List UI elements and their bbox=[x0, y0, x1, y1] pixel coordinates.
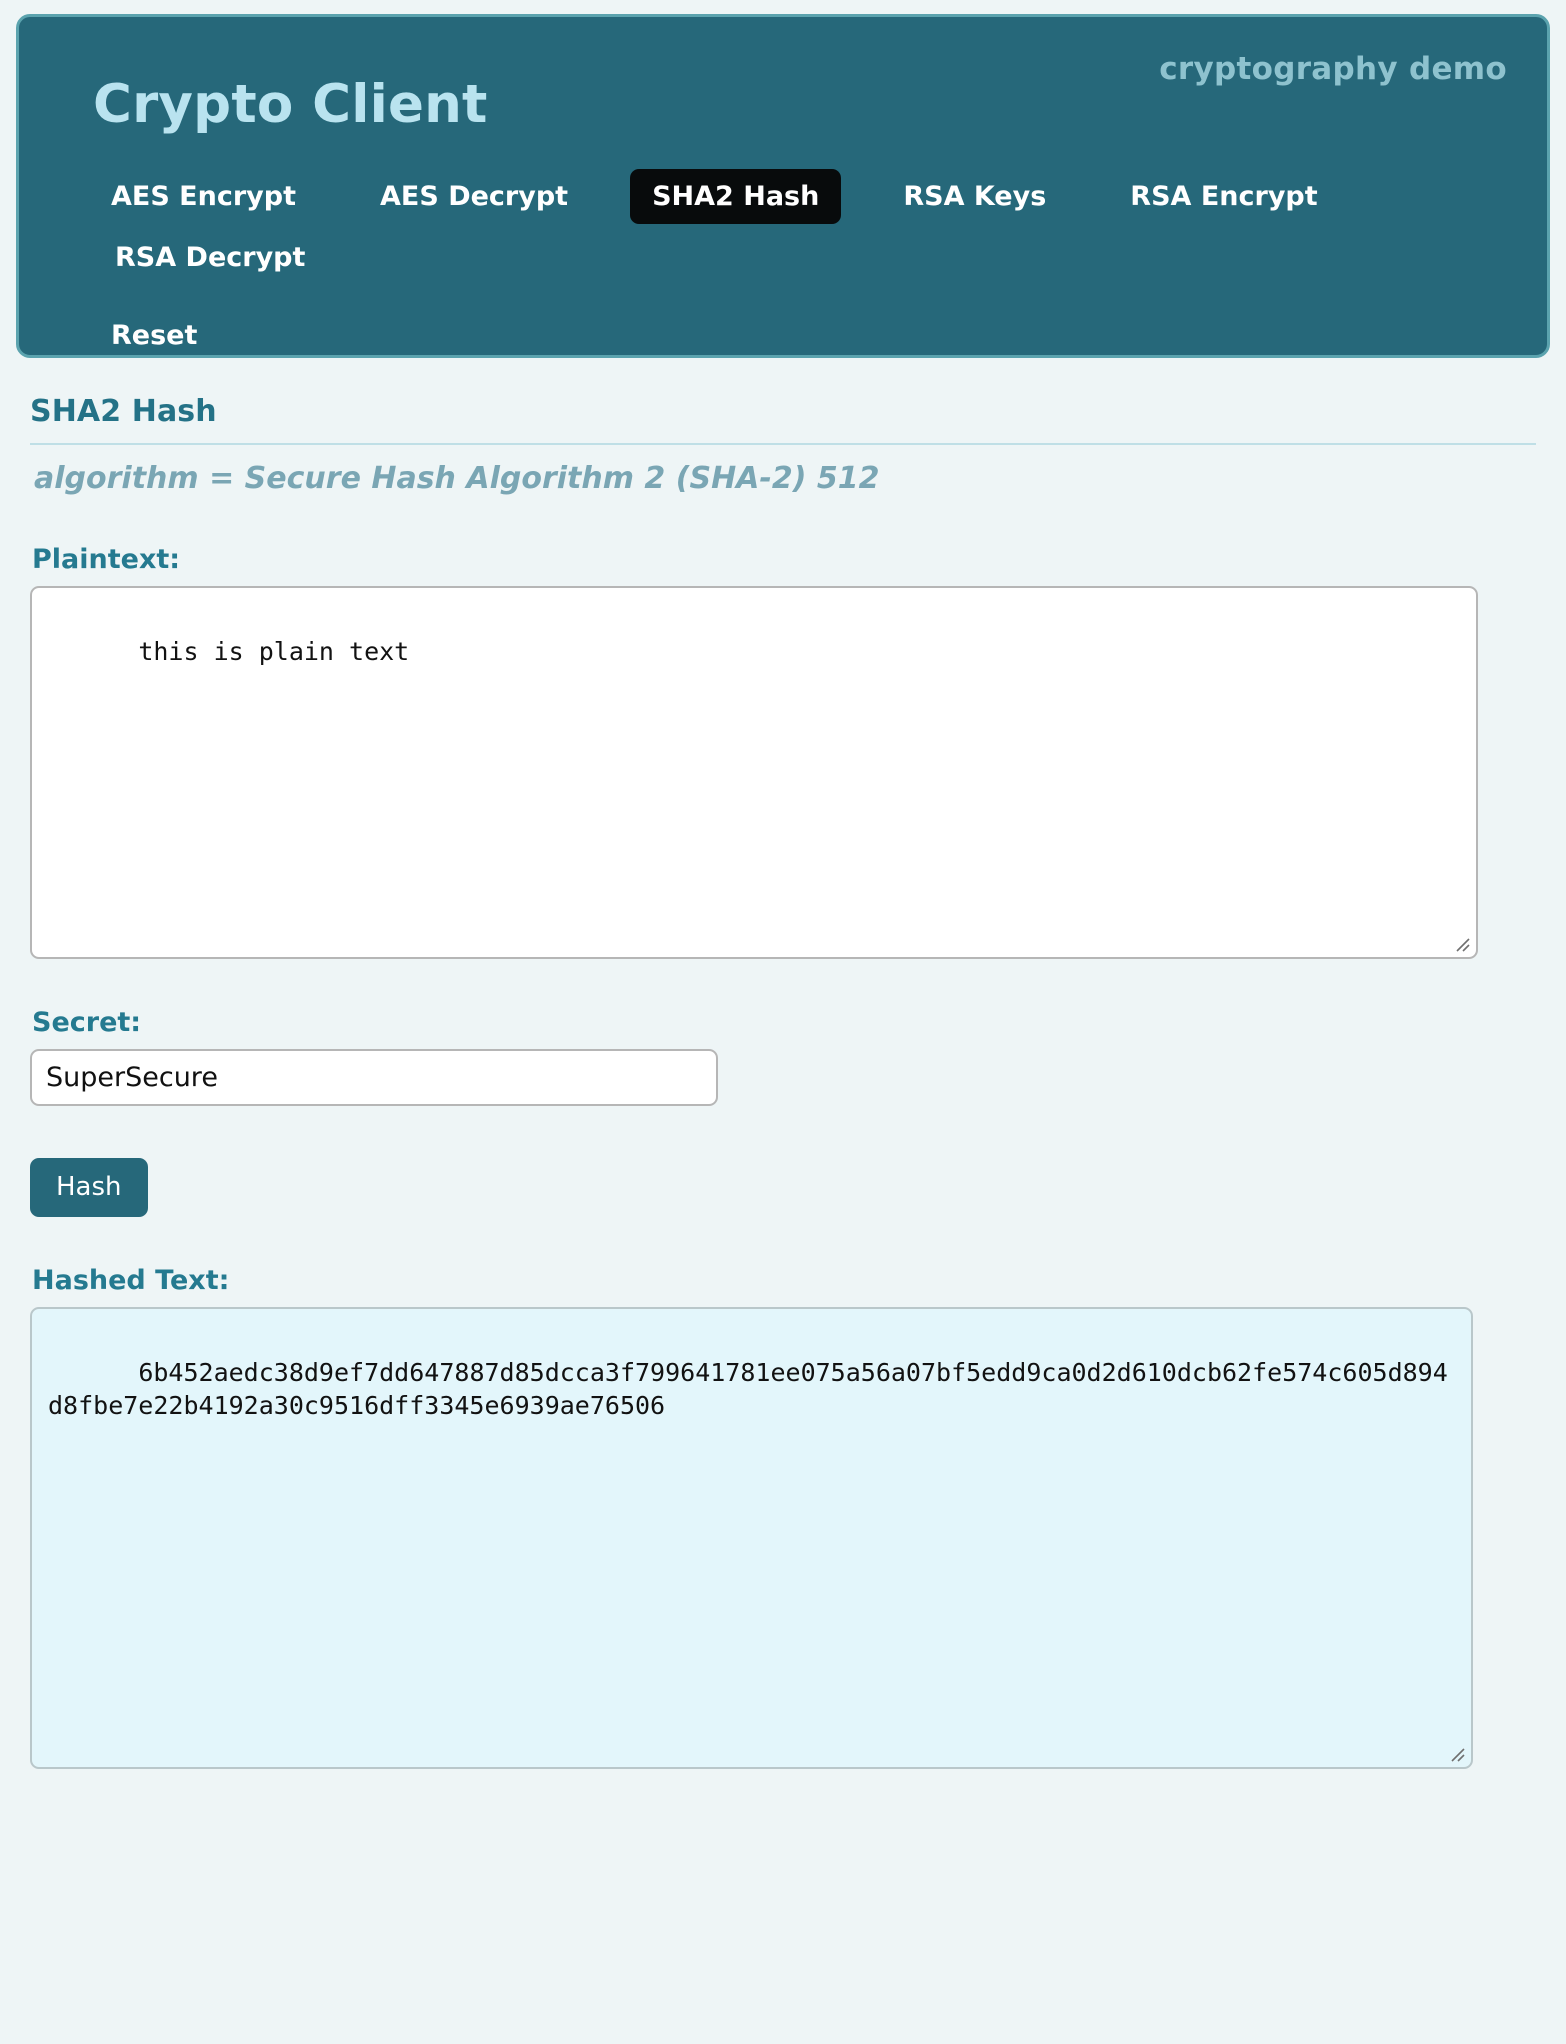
tab-rsa-decrypt[interactable]: RSA Decrypt bbox=[93, 230, 327, 286]
tab-rsa-keys[interactable]: RSA Keys bbox=[881, 169, 1068, 225]
plaintext-input[interactable]: this is plain text bbox=[30, 586, 1478, 959]
tab-aes-decrypt[interactable]: AES Decrypt bbox=[358, 169, 590, 225]
plaintext-label: Plaintext: bbox=[32, 544, 181, 575]
tab-aes-encrypt[interactable]: AES Encrypt bbox=[89, 169, 318, 225]
hashed-text-output[interactable]: 6b452aedc38d9ef7dd647887d85dcca3f7996417… bbox=[30, 1307, 1473, 1770]
secret-input[interactable]: SuperSecure bbox=[30, 1049, 718, 1106]
tab-sha2-hash[interactable]: SHA2 Hash bbox=[630, 168, 842, 225]
main-nav: AES Encrypt AES Decrypt SHA2 Hash RSA Ke… bbox=[93, 168, 1493, 292]
main-nav-secondary: Reset bbox=[93, 308, 1513, 370]
main-content: SHA2 Hash algorithm = Secure Hash Algori… bbox=[0, 394, 1566, 1770]
app-header: cryptography demo Crypto Client AES Encr… bbox=[16, 14, 1550, 358]
algorithm-description: algorithm = Secure Hash Algorithm 2 (SHA… bbox=[34, 461, 880, 496]
resize-grip-icon-output[interactable] bbox=[1448, 1745, 1466, 1763]
app-page: cryptography demo Crypto Client AES Encr… bbox=[0, 14, 1566, 1770]
tab-rsa-encrypt[interactable]: RSA Encrypt bbox=[1108, 169, 1339, 225]
reset-button[interactable]: Reset bbox=[89, 308, 219, 364]
section-heading: SHA2 Hash bbox=[30, 394, 217, 429]
secret-label: Secret: bbox=[32, 1007, 142, 1038]
hashed-text-label: Hashed Text: bbox=[32, 1265, 230, 1297]
section-divider bbox=[30, 443, 1536, 445]
hash-button[interactable]: Hash bbox=[30, 1158, 148, 1218]
resize-grip-icon[interactable] bbox=[1453, 935, 1471, 953]
tagline: cryptography demo bbox=[1159, 51, 1507, 87]
